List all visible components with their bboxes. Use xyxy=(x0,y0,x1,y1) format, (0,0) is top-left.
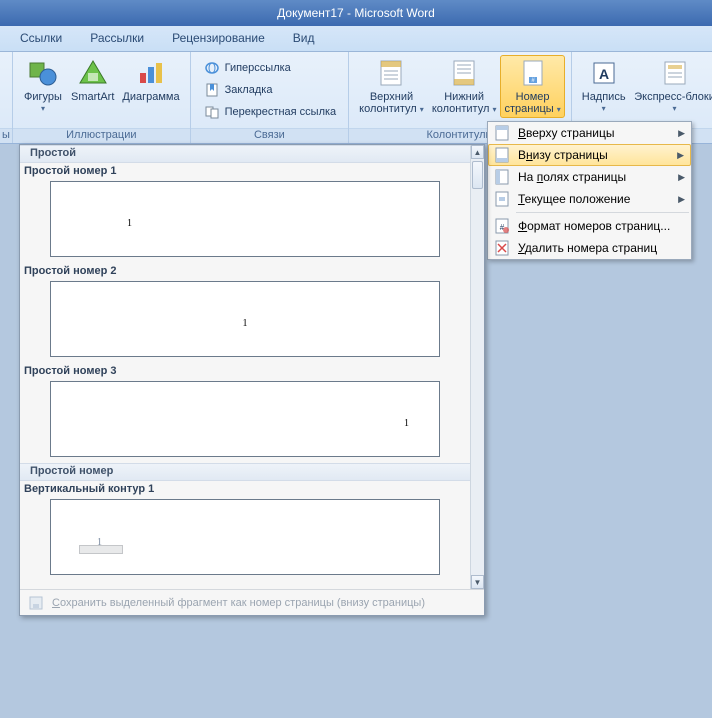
hyperlink-icon xyxy=(203,60,221,76)
ribbon-tabs: Ссылки Рассылки Рецензирование Вид xyxy=(0,26,712,52)
page-number-menu: Вверху страницы ▶ Внизу страницы ▶ На по… xyxy=(487,121,692,260)
submenu-arrow-icon: ▶ xyxy=(678,172,685,183)
shapes-icon xyxy=(27,57,59,89)
menu-current-position[interactable]: Текущее положение ▶ xyxy=(488,188,691,210)
current-position-icon xyxy=(492,190,512,208)
page-number-gallery: Простой Простой номер 1 1 Простой номер … xyxy=(19,144,485,616)
group-links-label: Связи xyxy=(254,129,285,141)
menu-format-page-numbers[interactable]: # Формат номеров страниц... xyxy=(488,215,691,237)
page-number-button[interactable]: # Номер страницы ▾ xyxy=(500,55,564,118)
gallery-category-simple: Простой xyxy=(20,145,470,163)
crossref-button[interactable]: Перекрестная ссылка xyxy=(201,101,339,123)
gallery-item-label-1: Простой номер 1 xyxy=(20,163,470,179)
dropdown-arrow-icon: ▾ xyxy=(557,105,561,114)
shapes-button[interactable]: Фигуры ▾ xyxy=(19,55,67,117)
dropdown-arrow-icon: ▾ xyxy=(41,103,45,115)
submenu-arrow-icon: ▶ xyxy=(677,150,684,161)
hyperlink-button[interactable]: Гиперссылка xyxy=(201,57,339,79)
quickparts-button[interactable]: Экспресс-блоки ▾ xyxy=(630,55,712,117)
dropdown-arrow-icon: ▾ xyxy=(673,103,677,115)
menu-separator xyxy=(516,212,689,213)
menu-top-of-page[interactable]: Вверху страницы ▶ xyxy=(488,122,691,144)
save-selection-icon xyxy=(26,594,46,612)
gallery-footer-label: Сохранить выделенный фрагмент как номер … xyxy=(52,597,425,609)
submenu-arrow-icon: ▶ xyxy=(678,194,685,205)
window-title: Документ17 - Microsoft Word xyxy=(277,6,435,20)
svg-text:A: A xyxy=(599,66,609,82)
menu-page-margins[interactable]: На полях страницы ▶ xyxy=(488,166,691,188)
group-illustrations-label: Иллюстрации xyxy=(66,129,136,141)
title-bar: Документ17 - Microsoft Word xyxy=(0,0,712,26)
format-icon: # xyxy=(492,217,512,235)
scroll-thumb[interactable] xyxy=(472,161,483,189)
preview-page-number: 1 xyxy=(127,218,132,229)
scroll-up-button[interactable]: ▲ xyxy=(471,145,484,159)
group-partial: ы xyxy=(2,129,10,141)
preview-page-number: 1 xyxy=(404,418,409,429)
footer-button[interactable]: Нижний колонтитул ▾ xyxy=(428,55,501,118)
gallery-item-label-4: Вертикальный контур 1 xyxy=(20,481,470,497)
gallery-save-selection: Сохранить выделенный фрагмент как номер … xyxy=(20,589,484,615)
gallery-scrollbar[interactable]: ▲ ▼ xyxy=(470,145,484,589)
menu-bottom-of-page[interactable]: Внизу страницы ▶ xyxy=(488,144,691,166)
gallery-item-1[interactable]: 1 xyxy=(50,181,440,257)
page-bottom-icon xyxy=(492,146,512,164)
chart-icon xyxy=(135,57,167,89)
page-number-icon: # xyxy=(517,57,549,89)
header-button[interactable]: Верхний колонтитул ▾ xyxy=(355,55,428,118)
dropdown-arrow-icon: ▾ xyxy=(420,105,424,114)
preview-page-number: 1 xyxy=(243,318,248,329)
tab-references[interactable]: Ссылки xyxy=(6,26,76,51)
submenu-arrow-icon: ▶ xyxy=(678,128,685,139)
group-headerfooter-label: Колонтитулы xyxy=(426,129,493,141)
header-icon xyxy=(375,57,407,89)
textbox-icon: A xyxy=(588,57,620,89)
gallery-item-label-2: Простой номер 2 xyxy=(20,263,470,279)
tab-mailings[interactable]: Рассылки xyxy=(76,26,158,51)
smartart-icon xyxy=(77,57,109,89)
tab-review[interactable]: Рецензирование xyxy=(158,26,279,51)
gallery-item-label-3: Простой номер 3 xyxy=(20,363,470,379)
bookmark-button[interactable]: Закладка xyxy=(201,79,339,101)
dropdown-arrow-icon: ▾ xyxy=(492,105,496,114)
gallery-item-4[interactable]: 1 xyxy=(50,499,440,575)
gallery-item-3[interactable]: 1 xyxy=(50,381,440,457)
crossref-icon xyxy=(203,104,221,120)
page-margins-icon xyxy=(492,168,512,186)
tab-view[interactable]: Вид xyxy=(279,26,329,51)
scroll-down-button[interactable]: ▼ xyxy=(471,575,484,589)
chart-button[interactable]: Диаграмма xyxy=(118,55,183,105)
remove-icon xyxy=(492,239,512,257)
gallery-item-2[interactable]: 1 xyxy=(50,281,440,357)
menu-remove-page-numbers[interactable]: Удалить номера страниц xyxy=(488,237,691,259)
textbox-button[interactable]: A Надпись ▾ xyxy=(578,55,630,117)
preview-page-number: 1 xyxy=(97,537,102,548)
quickparts-icon xyxy=(659,57,691,89)
page-top-icon xyxy=(492,124,512,142)
footer-icon xyxy=(448,57,480,89)
smartart-button[interactable]: SmartArt xyxy=(67,55,118,105)
bookmark-icon xyxy=(203,82,221,98)
dropdown-arrow-icon: ▾ xyxy=(602,103,606,115)
gallery-category-simple2: Простой номер xyxy=(20,463,470,481)
